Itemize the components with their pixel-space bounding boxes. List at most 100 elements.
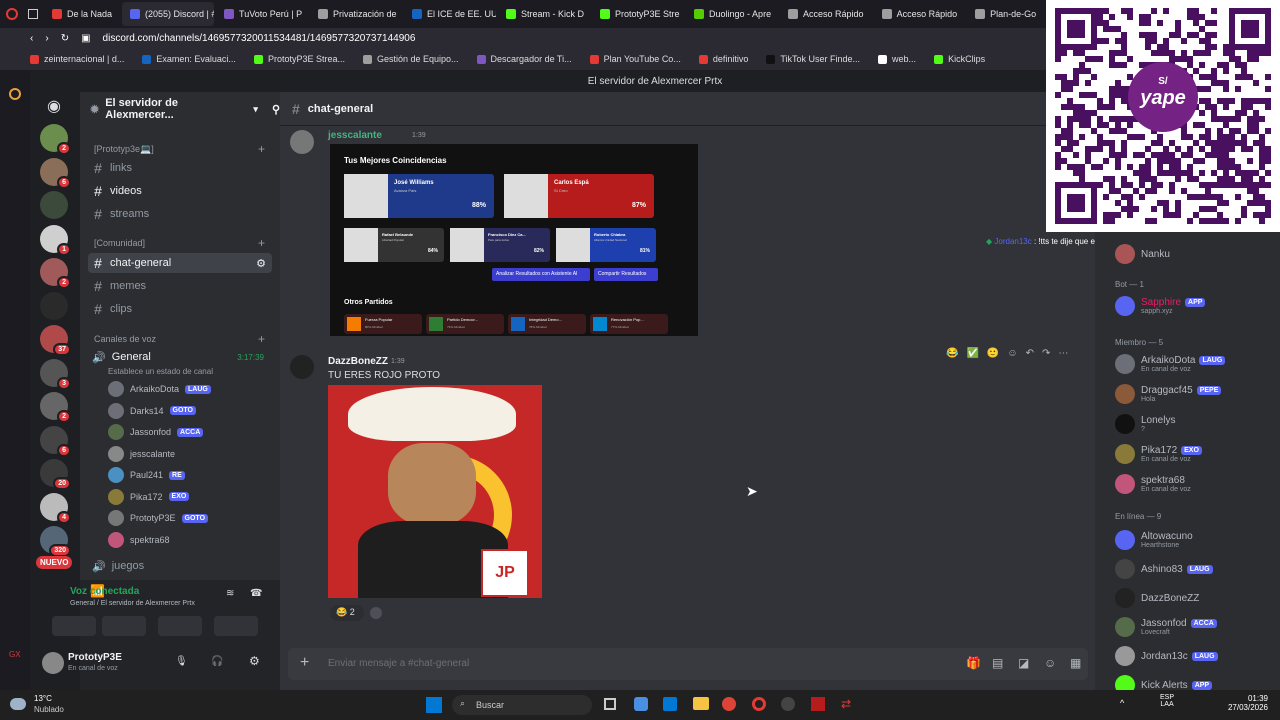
emoji-laugh-icon[interactable]: 😂 bbox=[946, 348, 958, 359]
activities-button[interactable] bbox=[158, 616, 202, 636]
browser-tab[interactable]: De la Nada bbox=[44, 2, 120, 26]
member-item[interactable]: Pika172 EXO En canal de voz bbox=[1115, 444, 1202, 464]
gift-icon[interactable]: 🎁 bbox=[966, 656, 981, 670]
voice-user[interactable]: Paul241 RE bbox=[108, 465, 185, 485]
opera-menu-icon[interactable] bbox=[6, 8, 18, 20]
page-info-icon[interactable]: ▣ bbox=[81, 33, 90, 44]
app-icon[interactable]: ⇄ bbox=[841, 697, 855, 711]
server-icon[interactable]: 320 bbox=[40, 526, 71, 557]
app-icon[interactable] bbox=[811, 697, 825, 711]
server-icon[interactable]: 1 bbox=[40, 224, 71, 256]
forward-icon[interactable]: ↷ bbox=[1042, 348, 1050, 359]
browser-tab[interactable]: Stream - Kick D bbox=[498, 2, 590, 26]
add-reaction-icon[interactable]: ☺ bbox=[1007, 348, 1017, 359]
gif-icon[interactable]: ▤ bbox=[992, 656, 1003, 670]
opera-icon[interactable] bbox=[752, 697, 766, 711]
avatar[interactable] bbox=[290, 355, 314, 379]
bookmark-item[interactable]: definitivo bbox=[698, 54, 748, 64]
channel-streams[interactable]: # streams bbox=[88, 204, 272, 224]
url-text[interactable]: discord.com/channels/1469577320011534481… bbox=[103, 33, 416, 44]
share-results-button[interactable]: Compartir Resultados bbox=[594, 268, 658, 281]
bookmark-item[interactable]: Examen: Evaluaci... bbox=[142, 54, 236, 64]
server-header[interactable]: ✹ El servidor de Alexmercer... ▾ ⚲ bbox=[80, 92, 280, 126]
add-channel-icon[interactable]: + bbox=[258, 332, 265, 346]
workspace-icon[interactable] bbox=[28, 9, 38, 19]
avatar[interactable] bbox=[290, 130, 314, 154]
tray-chevron-icon[interactable]: ^ bbox=[1120, 698, 1124, 708]
bookmark-item[interactable]: web... bbox=[878, 54, 916, 64]
screen-share-button[interactable] bbox=[102, 616, 146, 636]
member-item[interactable]: Nanku bbox=[1115, 244, 1170, 264]
attach-plus-icon[interactable]: + bbox=[300, 654, 309, 672]
lang-label[interactable]: ESP LAA bbox=[1160, 694, 1174, 708]
browser-tab[interactable]: El ICE de EE. UU. bbox=[404, 2, 496, 26]
channel-settings-icon[interactable]: ⚙ bbox=[256, 257, 266, 270]
voice-user[interactable]: Darks14 GOTO bbox=[108, 401, 196, 421]
voice-user[interactable]: PrototyP3E GOTO bbox=[108, 508, 209, 528]
add-member-icon[interactable]: ⚲ bbox=[272, 103, 280, 116]
settings-gear-icon[interactable]: ⚙ bbox=[249, 654, 260, 668]
server-icon[interactable]: 6 bbox=[40, 157, 71, 189]
member-item[interactable]: ArkaikoDota LAUG En canal de voz bbox=[1115, 354, 1226, 374]
browser-tab[interactable]: Duolingo - Apre bbox=[686, 2, 778, 26]
headphones-icon[interactable]: 🎧 bbox=[211, 656, 223, 667]
voice-user[interactable]: Jassonfod ACCA bbox=[108, 422, 204, 442]
server-icon[interactable]: 6 bbox=[40, 425, 71, 457]
channel-memes[interactable]: # memes bbox=[88, 276, 272, 296]
user-name[interactable]: PrototyP3E bbox=[68, 652, 122, 663]
voice-channel-general[interactable]: 🔊 General 3:17:39 bbox=[88, 347, 272, 367]
member-item[interactable]: Altowacuno Hearthstone bbox=[1115, 530, 1193, 550]
emoji-icon[interactable]: ☺ bbox=[1044, 656, 1056, 670]
discord-task-icon[interactable] bbox=[781, 697, 795, 711]
cat-gif-image[interactable]: JP bbox=[328, 385, 542, 598]
forward-icon[interactable]: › bbox=[45, 33, 48, 44]
server-icon[interactable]: 4 bbox=[40, 492, 71, 524]
bookmark-item[interactable]: Gestión de Equipo... bbox=[362, 54, 459, 64]
store-icon[interactable] bbox=[663, 697, 677, 711]
bookmark-item[interactable]: PrototyP3E Strea... bbox=[253, 54, 345, 64]
add-channel-icon[interactable]: + bbox=[258, 236, 265, 250]
server-icon[interactable] bbox=[40, 191, 68, 219]
member-item[interactable]: Ashino83 LAUG bbox=[1115, 559, 1213, 579]
history-icon[interactable] bbox=[9, 88, 21, 100]
chrome-icon[interactable] bbox=[722, 697, 736, 711]
explorer-icon[interactable] bbox=[693, 697, 709, 710]
avatar[interactable] bbox=[42, 652, 64, 674]
voice-connected-sub[interactable]: General / El servidor de Alexmercer Prtx bbox=[70, 600, 195, 607]
browser-tab[interactable]: (2055) Discord | #chat bbox=[122, 2, 215, 26]
message-author[interactable]: DazzBoneZZ bbox=[328, 356, 388, 367]
browser-tab[interactable]: Plan-de-Go bbox=[967, 2, 1044, 26]
browser-tab[interactable]: Privatización de bbox=[310, 2, 402, 26]
disconnect-icon[interactable]: ☎ bbox=[250, 588, 262, 599]
member-item[interactable]: Sapphire APP sapph.xyz bbox=[1115, 296, 1206, 316]
start-icon[interactable] bbox=[426, 697, 442, 713]
check-icon[interactable]: ✅ bbox=[966, 348, 978, 359]
mic-icon[interactable]: 🎙 bbox=[175, 656, 188, 667]
server-icon[interactable]: 37 bbox=[40, 325, 71, 356]
browser-tab[interactable]: Acceso Rápido bbox=[780, 2, 872, 26]
server-icon[interactable]: 3 bbox=[40, 358, 71, 390]
member-item[interactable]: Draggacf45 PEPE Hola bbox=[1115, 384, 1222, 404]
weather-temp[interactable]: 13°C bbox=[34, 694, 52, 703]
sticker-icon[interactable]: ◪ bbox=[1018, 656, 1029, 670]
bookmark-item[interactable]: zeinternacional | d... bbox=[30, 54, 124, 64]
channel-status-hint[interactable]: Establece un estado de canal bbox=[108, 367, 213, 376]
browser-tab[interactable]: TuVoto Perú | P bbox=[216, 2, 308, 26]
voice-user[interactable]: spektra68 bbox=[108, 530, 170, 550]
soundboard-button[interactable] bbox=[214, 616, 258, 636]
member-item[interactable]: spektra68 En canal de voz bbox=[1115, 474, 1191, 494]
voice-channel-juegos[interactable]: 🔊 juegos bbox=[88, 556, 272, 576]
bookmark-item[interactable]: Descargador de Ti... bbox=[476, 54, 572, 64]
clock[interactable]: 01:39 27/03/2026 bbox=[1218, 694, 1268, 712]
camera-button[interactable] bbox=[52, 616, 96, 636]
channel-videos[interactable]: # videos bbox=[88, 181, 272, 201]
add-channel-icon[interactable]: + bbox=[258, 142, 265, 156]
category-comunidad[interactable]: [Comunidad] bbox=[94, 238, 145, 248]
emoji-icon[interactable]: 🙂 bbox=[987, 348, 999, 359]
voice-connected-title[interactable]: Voz conectada bbox=[70, 586, 270, 597]
more-icon[interactable]: ⋯ bbox=[1058, 348, 1068, 359]
category-prototype[interactable]: [Prototyp3e💻] bbox=[94, 144, 154, 155]
server-icon[interactable] bbox=[40, 291, 68, 320]
browser-tab[interactable]: PrototyP3E Stre bbox=[592, 2, 684, 26]
member-item[interactable]: Jassonfod ACCA Lovecraft bbox=[1115, 617, 1217, 637]
